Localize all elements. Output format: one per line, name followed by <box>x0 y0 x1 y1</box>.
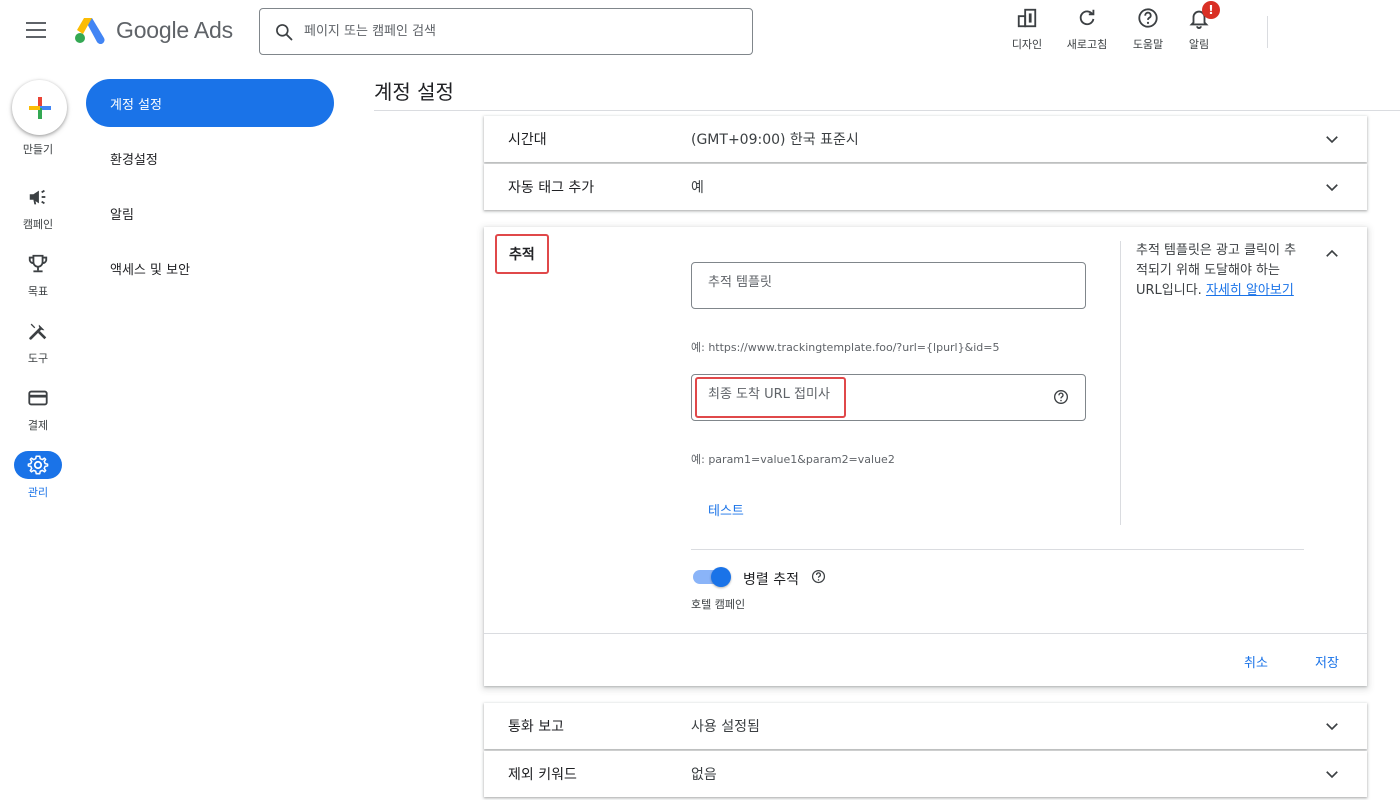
refresh-button[interactable]: 새로고침 <box>1057 6 1117 52</box>
rail-admin-active-pill <box>14 451 62 479</box>
call-reporting-label: 통화 보고 <box>508 719 564 735</box>
call-reporting-value: 사용 설정됨 <box>691 719 760 735</box>
page-title: 계정 설정 <box>374 80 454 104</box>
subnav-notifications-label: 알림 <box>110 207 134 223</box>
header-divider <box>1267 16 1268 48</box>
help-circle-icon[interactable] <box>1053 389 1069 405</box>
app-name: Google Ads <box>116 16 233 43</box>
refresh-icon <box>1079 9 1095 26</box>
google-ads-logo-mark-icon <box>75 18 105 44</box>
subnav-account-settings-label: 계정 설정 <box>110 97 162 113</box>
credit-card-icon <box>28 390 48 406</box>
top-bar: Google Ads 디자인 새로고침 <box>0 0 1400 64</box>
chevron-down-icon <box>1326 184 1338 192</box>
notifications-label: 알림 <box>1188 38 1210 51</box>
tracking-help-panel: 추적 템플릿은 광고 클릭이 추적되기 위해 도달해야 하는 URL입니다. 자… <box>1136 241 1306 301</box>
actions-divider <box>484 633 1367 634</box>
rail-create[interactable]: 만들기 <box>0 137 76 157</box>
chevron-up-icon[interactable] <box>1323 245 1341 263</box>
rail-campaigns-label: 캠페인 <box>22 218 54 231</box>
parallel-tracking-label: 병렬 추적 <box>743 572 799 588</box>
rail-billing-label: 결제 <box>27 419 49 432</box>
subnav-access-security-label: 액세스 및 보안 <box>110 262 191 278</box>
setting-row-negative-keywords[interactable]: 제외 키워드 없음 <box>484 751 1367 797</box>
search-icon <box>276 23 293 40</box>
parallel-divider <box>691 549 1304 550</box>
subnav-preferences[interactable]: 환경설정 <box>86 134 334 182</box>
create-button[interactable] <box>12 80 67 135</box>
test-button[interactable]: 테스트 <box>708 500 744 519</box>
timezone-value: (GMT+09:00) 한국 표준시 <box>691 132 859 148</box>
main-menu-icon[interactable] <box>26 22 48 42</box>
parallel-tracking-toggle[interactable] <box>691 567 731 587</box>
tools-icon <box>29 323 47 340</box>
chevron-down-icon <box>1326 723 1338 731</box>
rail-billing[interactable]: 결제 <box>0 387 76 433</box>
cancel-button[interactable]: 취소 <box>1244 652 1268 671</box>
auto-tagging-value: 예 <box>691 180 704 196</box>
help-divider <box>1120 241 1121 525</box>
chevron-down-icon <box>1326 136 1338 144</box>
help-icon <box>1138 8 1158 28</box>
appearance-icon <box>1017 8 1037 28</box>
rail-goals-label: 목표 <box>27 285 49 298</box>
learn-more-link[interactable]: 자세히 알아보기 <box>1206 283 1294 298</box>
subnav-access-security[interactable]: 액세스 및 보안 <box>86 244 334 292</box>
tracking-template-input[interactable] <box>708 275 1038 290</box>
rail-tools-label: 도구 <box>27 352 49 365</box>
subnav-notifications[interactable]: 알림 <box>86 189 334 237</box>
rail-admin[interactable]: 관리 <box>0 451 76 500</box>
rail-admin-label: 관리 <box>27 486 49 499</box>
title-divider <box>374 110 1400 111</box>
timezone-label: 시간대 <box>508 132 547 148</box>
tracking-panel: 추적 예: https://www.trackingtemplate.foo/?… <box>484 227 1367 686</box>
search-box[interactable] <box>259 8 753 55</box>
notification-badge: ! <box>1202 1 1220 19</box>
tracking-template-field[interactable] <box>691 262 1086 309</box>
google-ads-logo[interactable]: Google Ads <box>74 16 233 44</box>
gear-icon <box>27 455 49 475</box>
search-input[interactable] <box>304 24 724 39</box>
rail-tools[interactable]: 도구 <box>0 320 76 366</box>
setting-row-auto-tagging[interactable]: 자동 태그 추가 예 <box>484 164 1367 210</box>
rail-goals[interactable]: 목표 <box>0 253 76 299</box>
setting-row-timezone[interactable]: 시간대 (GMT+09:00) 한국 표준시 <box>484 116 1367 162</box>
appearance-label: 디자인 <box>1011 38 1043 51</box>
setting-row-call-reporting[interactable]: 통화 보고 사용 설정됨 <box>484 703 1367 749</box>
chevron-down-icon <box>1326 771 1338 779</box>
tracking-template-hint: 예: https://www.trackingtemplate.foo/?url… <box>691 341 1000 354</box>
help-circle-icon[interactable] <box>811 569 826 584</box>
plus-icon <box>28 96 51 119</box>
tracking-title: 추적 <box>495 234 549 274</box>
trophy-icon <box>28 254 48 273</box>
refresh-label: 새로고침 <box>1066 38 1108 51</box>
subnav-account-settings[interactable]: 계정 설정 <box>86 79 334 127</box>
auto-tagging-label: 자동 태그 추가 <box>508 180 595 196</box>
hotel-campaign-label: 호텔 캠페인 <box>691 598 746 611</box>
negative-keywords-label: 제외 키워드 <box>508 767 577 783</box>
suffix-highlight-box <box>695 377 846 418</box>
negative-keywords-value: 없음 <box>691 767 717 783</box>
subnav-preferences-label: 환경설정 <box>110 152 158 168</box>
megaphone-icon <box>29 189 46 205</box>
rail-create-label: 만들기 <box>22 143 54 156</box>
save-button[interactable]: 저장 <box>1315 652 1339 671</box>
appearance-button[interactable]: 디자인 <box>997 6 1057 52</box>
rail-campaigns[interactable]: 캠페인 <box>0 186 76 232</box>
final-url-suffix-hint: 예: param1=value1&param2=value2 <box>691 453 895 466</box>
toggle-knob <box>711 567 731 587</box>
notifications-button[interactable]: ! 알림 <box>1169 1 1229 52</box>
final-url-suffix-field[interactable] <box>691 374 1086 421</box>
